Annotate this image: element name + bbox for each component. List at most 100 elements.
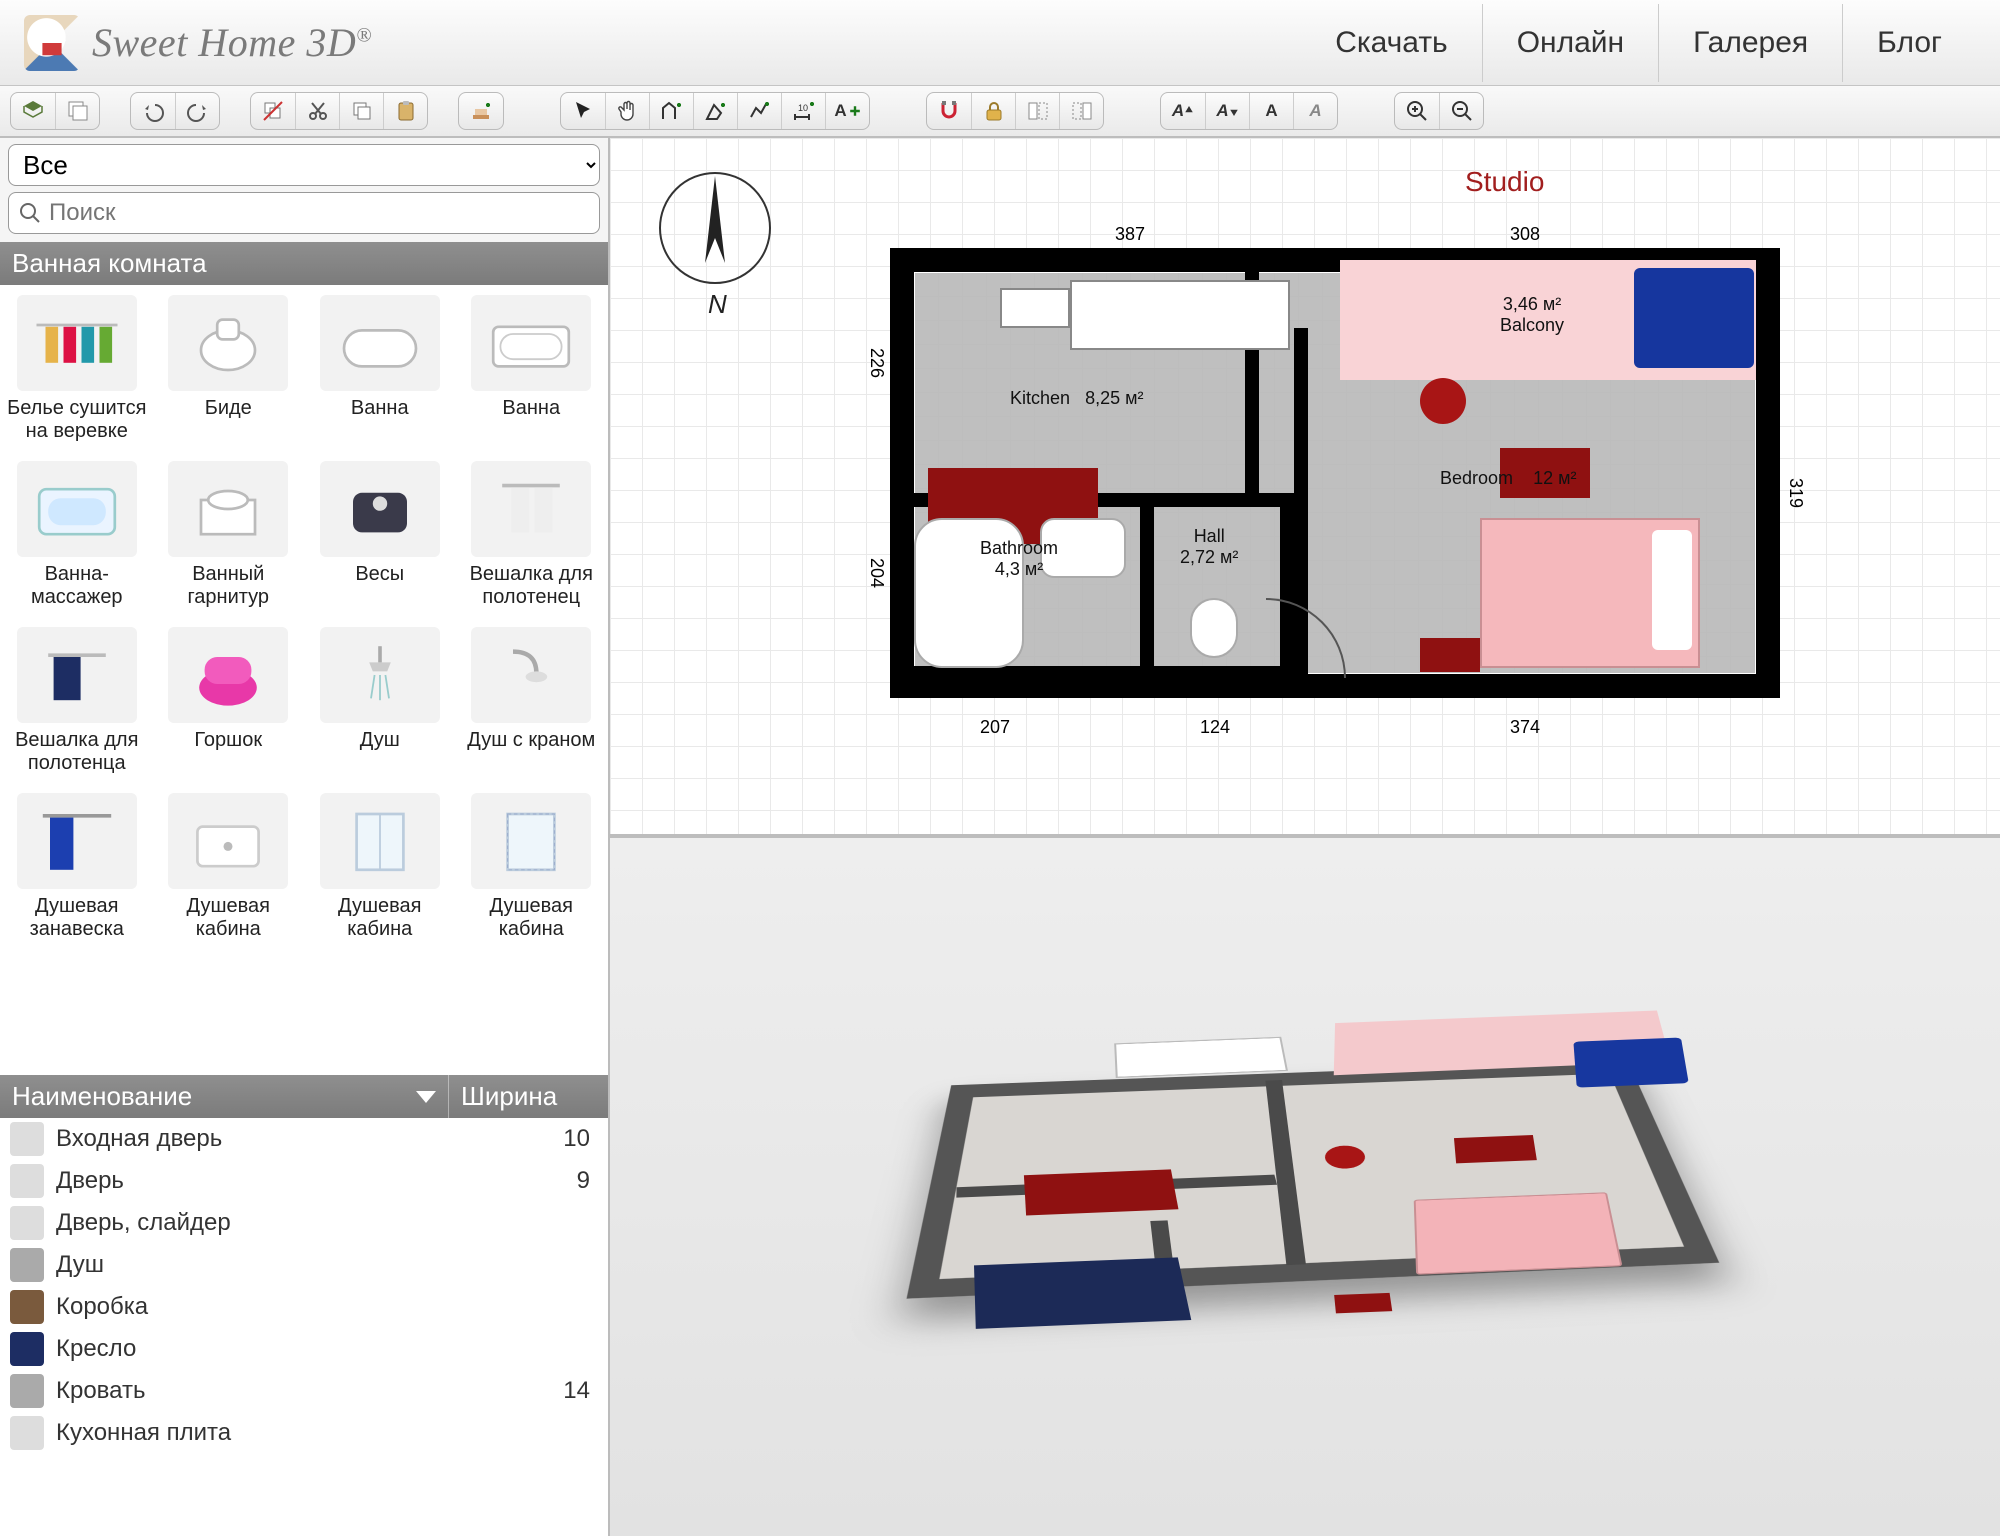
catalog-item[interactable]: Душевая занавеска (4, 793, 150, 941)
furniture-row-name: Дверь, слайдер (56, 1209, 528, 1237)
catalog-section-title: Ванная комната (0, 242, 608, 285)
tool-zoom-in[interactable] (1395, 93, 1439, 129)
furniture-header-width[interactable]: Ширина (448, 1075, 608, 1118)
catalog-grid[interactable]: Белье сушится на веревкеБидеВаннаВаннаВа… (0, 285, 608, 1075)
nav-download[interactable]: Скачать (1300, 4, 1482, 82)
furniture-row-name: Дверь (56, 1167, 528, 1195)
tool-cut[interactable] (295, 93, 339, 129)
catalog-item[interactable]: Душевая кабина (459, 793, 605, 941)
tool-paste[interactable] (383, 93, 427, 129)
tool-snap-magnet[interactable] (927, 93, 971, 129)
plan-view[interactable]: N Studio 387 308 226 204 319 207 124 374 (610, 138, 2000, 838)
tool-undo[interactable] (131, 93, 175, 129)
search-input[interactable] (8, 192, 600, 234)
tool-zoom-out[interactable] (1439, 93, 1483, 129)
tool-create-text[interactable]: A (825, 93, 869, 129)
vanity-icon (168, 461, 288, 557)
catalog-item[interactable]: Горшок (156, 627, 302, 775)
catalog-item[interactable]: Белье сушится на веревке (4, 295, 150, 443)
catalog-item[interactable]: Ванна (307, 295, 453, 443)
furniture-row[interactable]: Входная дверь10 (0, 1118, 608, 1160)
catalog-item-label: Вешалка для полотенца (4, 729, 150, 775)
tool-redo[interactable] (175, 93, 219, 129)
catalog-item-label: Белье сушится на веревке (4, 397, 150, 443)
catalog-item[interactable]: Ванный гарнитур (156, 461, 302, 609)
tool-select[interactable] (561, 93, 605, 129)
furniture-row[interactable]: Кухонная плита (0, 1412, 608, 1454)
furniture-row[interactable]: Дверь, слайдер (0, 1202, 608, 1244)
furniture-row-name: Кровать (56, 1377, 528, 1405)
furniture-row[interactable]: Дверь9 (0, 1160, 608, 1202)
tool-text-italic[interactable]: A (1293, 93, 1337, 129)
furniture-row-icon (10, 1206, 44, 1240)
app-logo-icon (24, 15, 80, 71)
tool-mode-2d[interactable] (11, 93, 55, 129)
tool-delete[interactable] (251, 93, 295, 129)
catalog-item[interactable]: Ванна (459, 295, 605, 443)
tool-add-furniture[interactable] (459, 93, 503, 129)
furniture-row-width: 14 (528, 1377, 598, 1405)
workspace: N Studio 387 308 226 204 319 207 124 374 (610, 138, 2000, 1536)
furniture-list[interactable]: Входная дверь10Дверь9Дверь, слайдерДушКо… (0, 1118, 608, 1536)
dim-left1: 226 (866, 348, 887, 378)
catalog-item[interactable]: Вешалка для полотенца (4, 627, 150, 775)
furniture-row-icon (10, 1248, 44, 1282)
svg-text:N: N (708, 289, 727, 318)
app-header: Sweet Home 3D® Скачать Онлайн Галерея Бл… (0, 0, 2000, 86)
category-select-wrap: Все (8, 144, 600, 186)
catalog-item[interactable]: Ванна-массажер (4, 461, 150, 609)
catalog-item[interactable]: Биде (156, 295, 302, 443)
curtain-icon (17, 793, 137, 889)
furniture-header-name[interactable]: Наименование (0, 1075, 448, 1118)
tool-copy[interactable] (339, 93, 383, 129)
tool-text-increase[interactable]: A (1161, 93, 1205, 129)
tool-create-room[interactable] (693, 93, 737, 129)
catalog-item[interactable]: Вешалка для полотенец (459, 461, 605, 609)
towel-rack-icon (471, 461, 591, 557)
toilet (1190, 598, 1238, 658)
tool-text-decrease[interactable]: A (1205, 93, 1249, 129)
catalog-item-label: Весы (307, 563, 453, 607)
catalog-item[interactable]: Весы (307, 461, 453, 609)
tool-lock[interactable] (971, 93, 1015, 129)
render-3d-view[interactable] (610, 838, 2000, 1536)
tool-align-right[interactable] (1059, 93, 1103, 129)
tool-create-polyline[interactable] (737, 93, 781, 129)
catalog-item[interactable]: Душ с краном (459, 627, 605, 775)
rug-hall (1420, 638, 1480, 672)
furniture-row[interactable]: Душ (0, 1244, 608, 1286)
furniture-row-icon (10, 1290, 44, 1324)
furniture-row-name: Входная дверь (56, 1125, 528, 1153)
nav-online[interactable]: Онлайн (1482, 4, 1658, 82)
tool-align-left[interactable] (1015, 93, 1059, 129)
catalog-item[interactable]: Душ (307, 627, 453, 775)
tool-text-bold[interactable]: A (1249, 93, 1293, 129)
round-table (1420, 378, 1466, 424)
catalog-item[interactable]: Душевая кабина (156, 793, 302, 941)
armchair (1634, 268, 1754, 368)
furniture-row[interactable]: Кровать14 (0, 1370, 608, 1412)
furniture-table-header: Наименование Ширина (0, 1075, 608, 1118)
tool-create-dimension[interactable]: 10 (781, 93, 825, 129)
dim-bot3: 374 (1510, 717, 1540, 738)
tool-pan[interactable] (605, 93, 649, 129)
furniture-row-width: 10 (528, 1125, 598, 1153)
tool-create-walls[interactable] (649, 93, 693, 129)
catalog-item-label: Ванна-массажер (4, 563, 150, 609)
catalog-item-label: Душевая кабина (307, 895, 453, 941)
catalog-item-label: Ванный гарнитур (156, 563, 302, 609)
dim-top2: 308 (1510, 224, 1540, 245)
shower1-icon (320, 627, 440, 723)
fridge (1000, 288, 1070, 328)
potty-icon (168, 627, 288, 723)
furniture-row[interactable]: Коробка (0, 1286, 608, 1328)
category-select[interactable]: Все (8, 144, 600, 186)
search-wrap (8, 192, 600, 234)
furniture-row-icon (10, 1374, 44, 1408)
nav-gallery[interactable]: Галерея (1658, 4, 1842, 82)
furniture-row[interactable]: Кресло (0, 1328, 608, 1370)
nav-blog[interactable]: Блог (1842, 4, 1976, 82)
shower-head-icon (471, 627, 591, 723)
tool-mode-3d[interactable] (55, 93, 99, 129)
catalog-item[interactable]: Душевая кабина (307, 793, 453, 941)
